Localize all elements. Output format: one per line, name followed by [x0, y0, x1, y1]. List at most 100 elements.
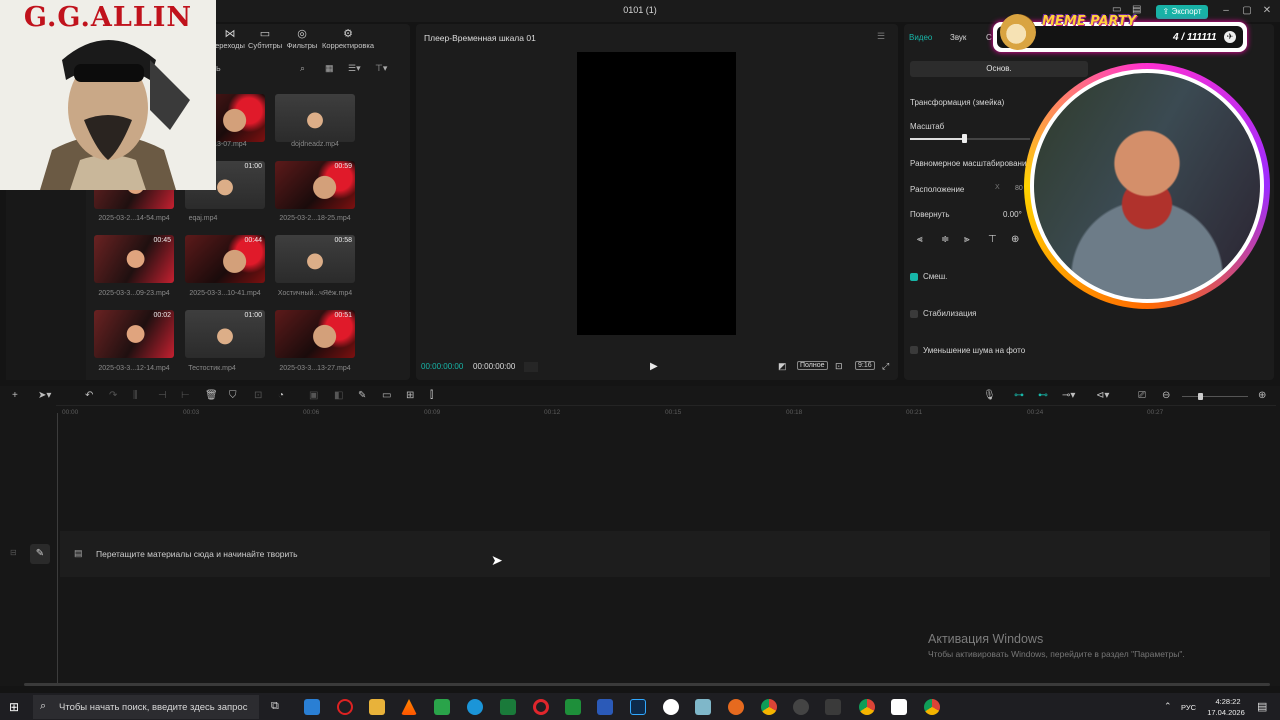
blend-label[interactable]: Смеш.: [923, 272, 947, 281]
search-icon[interactable]: ⌕: [300, 63, 305, 74]
tab-transitions[interactable]: ⋈ ереходы: [214, 27, 246, 50]
tab-speed[interactable]: С: [986, 33, 992, 42]
magnet-icon[interactable]: ⊷: [1038, 390, 1048, 401]
magic-icon[interactable]: ✎: [358, 390, 366, 401]
notifications-icon[interactable]: ▤: [1257, 700, 1267, 713]
media-thumb[interactable]: 00:58: [275, 235, 355, 283]
capcut-icon[interactable]: [891, 699, 907, 715]
link-icon[interactable]: ⊶: [1014, 390, 1024, 401]
media-thumb[interactable]: 01:00: [185, 310, 265, 358]
play-icon[interactable]: ▶: [650, 361, 658, 372]
chrome-2-icon[interactable]: [859, 699, 875, 715]
mirror-icon[interactable]: ◧: [334, 390, 343, 401]
folder-icon[interactable]: [369, 699, 385, 715]
edge-icon[interactable]: [467, 699, 483, 715]
delete-icon[interactable]: 🗑: [205, 390, 218, 401]
marker-icon[interactable]: ⛉: [229, 390, 237, 401]
fullscreen-icon[interactable]: ⤢: [882, 361, 889, 372]
app-green-icon[interactable]: [434, 699, 450, 715]
clock-date[interactable]: 17.04.2026: [1204, 708, 1248, 717]
media-thumb[interactable]: 00:02: [94, 310, 174, 358]
tab-adjust[interactable]: ⚙ Корректировка: [322, 27, 374, 50]
nvidia-icon[interactable]: [825, 699, 841, 715]
word-icon[interactable]: [597, 699, 613, 715]
media-thumb[interactable]: 00:44: [185, 235, 265, 283]
align-middle-icon[interactable]: ⊕: [1011, 234, 1019, 245]
rotate-input[interactable]: 0.00°: [1003, 210, 1022, 219]
stabilize-label[interactable]: Стабилизация: [923, 309, 977, 318]
windows-start-icon[interactable]: ⊞: [9, 700, 19, 714]
explorer-blue-icon[interactable]: [304, 699, 320, 715]
tab-subtitles[interactable]: ▭ Субтитры: [248, 27, 282, 50]
freeze-icon[interactable]: ▣: [309, 390, 318, 401]
preview-canvas[interactable]: [577, 52, 736, 335]
denoise-label[interactable]: Уменьшение шума на фото: [923, 346, 1025, 355]
align-right-icon[interactable]: ⫸: [964, 234, 970, 245]
photoshop-icon[interactable]: [630, 699, 646, 715]
timeline-scrollbar[interactable]: [24, 683, 1270, 686]
zoom-slider[interactable]: [1182, 396, 1248, 397]
transform-label[interactable]: Трансформация (змейка): [910, 98, 1004, 107]
task-view-icon[interactable]: ⧉: [271, 700, 279, 713]
chain-icon[interactable]: ⊸▾: [1062, 390, 1075, 401]
align-top-icon[interactable]: ⊤: [988, 234, 997, 245]
grid-view-icon[interactable]: ▦: [325, 63, 334, 74]
obs-icon[interactable]: [793, 699, 809, 715]
chrome-3-icon[interactable]: [924, 699, 940, 715]
zoom-out-icon[interactable]: ⊖: [1162, 390, 1170, 401]
scale-slider[interactable]: [910, 138, 1030, 140]
export-button[interactable]: ⇪ Экспорт: [1156, 5, 1208, 19]
track-lock-icon[interactable]: ⊟: [10, 548, 20, 558]
stabilize-checkbox[interactable]: [910, 310, 918, 318]
blend-checkbox[interactable]: [910, 273, 918, 281]
close-icon[interactable]: ✕: [1260, 4, 1274, 18]
yandex-icon[interactable]: [663, 699, 679, 715]
clock-time[interactable]: 4:28:22: [1208, 697, 1248, 706]
opera-gx-icon[interactable]: [337, 699, 353, 715]
opera-icon[interactable]: [533, 699, 549, 715]
split-right-icon[interactable]: ⊢: [181, 390, 190, 401]
zoom-slider-thumb[interactable]: [1198, 393, 1203, 400]
crop-tool-icon[interactable]: ⊡: [254, 390, 262, 401]
tray-chevron-icon[interactable]: ⌃: [1164, 701, 1172, 712]
firefox-icon[interactable]: [728, 699, 744, 715]
menu-icon[interactable]: ☰: [877, 31, 885, 42]
media-thumb[interactable]: 00:59: [275, 161, 355, 209]
filter-icon[interactable]: ⊤▾: [375, 63, 387, 74]
microphone-icon[interactable]: 🎙: [983, 390, 996, 401]
tab-filters[interactable]: ◎ Фильтры: [285, 27, 319, 50]
split-icon[interactable]: ⫼: [133, 390, 138, 401]
scale-slider-thumb[interactable]: [962, 134, 967, 143]
tab-audio[interactable]: Звук: [950, 33, 966, 42]
media-thumb[interactable]: 00:45: [94, 235, 174, 283]
playhead[interactable]: [57, 413, 58, 683]
notes-icon[interactable]: [695, 699, 711, 715]
align-center-icon[interactable]: ≑: [941, 234, 949, 245]
image-tool-icon[interactable]: ⊞: [406, 390, 414, 401]
crop-icon[interactable]: ◩: [778, 361, 787, 372]
maximize-icon[interactable]: ▢: [1240, 4, 1254, 18]
timecode-toggle[interactable]: [524, 362, 538, 372]
speed-icon[interactable]: ◔: [278, 390, 284, 401]
captions-icon[interactable]: ⎚: [1138, 390, 1146, 401]
denoise-checkbox[interactable]: [910, 346, 918, 354]
split-left-icon[interactable]: ⊣: [158, 390, 167, 401]
tab-video[interactable]: Видео: [909, 33, 932, 42]
subtitle-tool-icon[interactable]: ▭: [382, 390, 391, 401]
zoom-in-icon[interactable]: ⊕: [1258, 390, 1266, 401]
edit-pencil-icon[interactable]: ✎: [30, 544, 50, 564]
excel-icon[interactable]: [500, 699, 516, 715]
basic-tab[interactable]: Основ.: [910, 61, 1088, 77]
media-thumb[interactable]: [275, 94, 355, 142]
snapshot-icon[interactable]: ⊡: [835, 361, 843, 372]
select-tool-icon[interactable]: ➤▾: [38, 390, 51, 401]
sort-icon[interactable]: ☰▾: [348, 63, 361, 74]
preview-axis-icon[interactable]: ⊲▾: [1096, 390, 1109, 401]
add-icon[interactable]: +: [12, 390, 18, 401]
terminal-icon[interactable]: [565, 699, 581, 715]
chrome-icon[interactable]: [761, 699, 777, 715]
minimize-icon[interactable]: –: [1219, 4, 1233, 18]
audio-split-icon[interactable]: ⫿: [430, 390, 433, 401]
redo-icon[interactable]: ↷: [109, 390, 117, 401]
position-x-input[interactable]: 80: [1015, 185, 1023, 192]
